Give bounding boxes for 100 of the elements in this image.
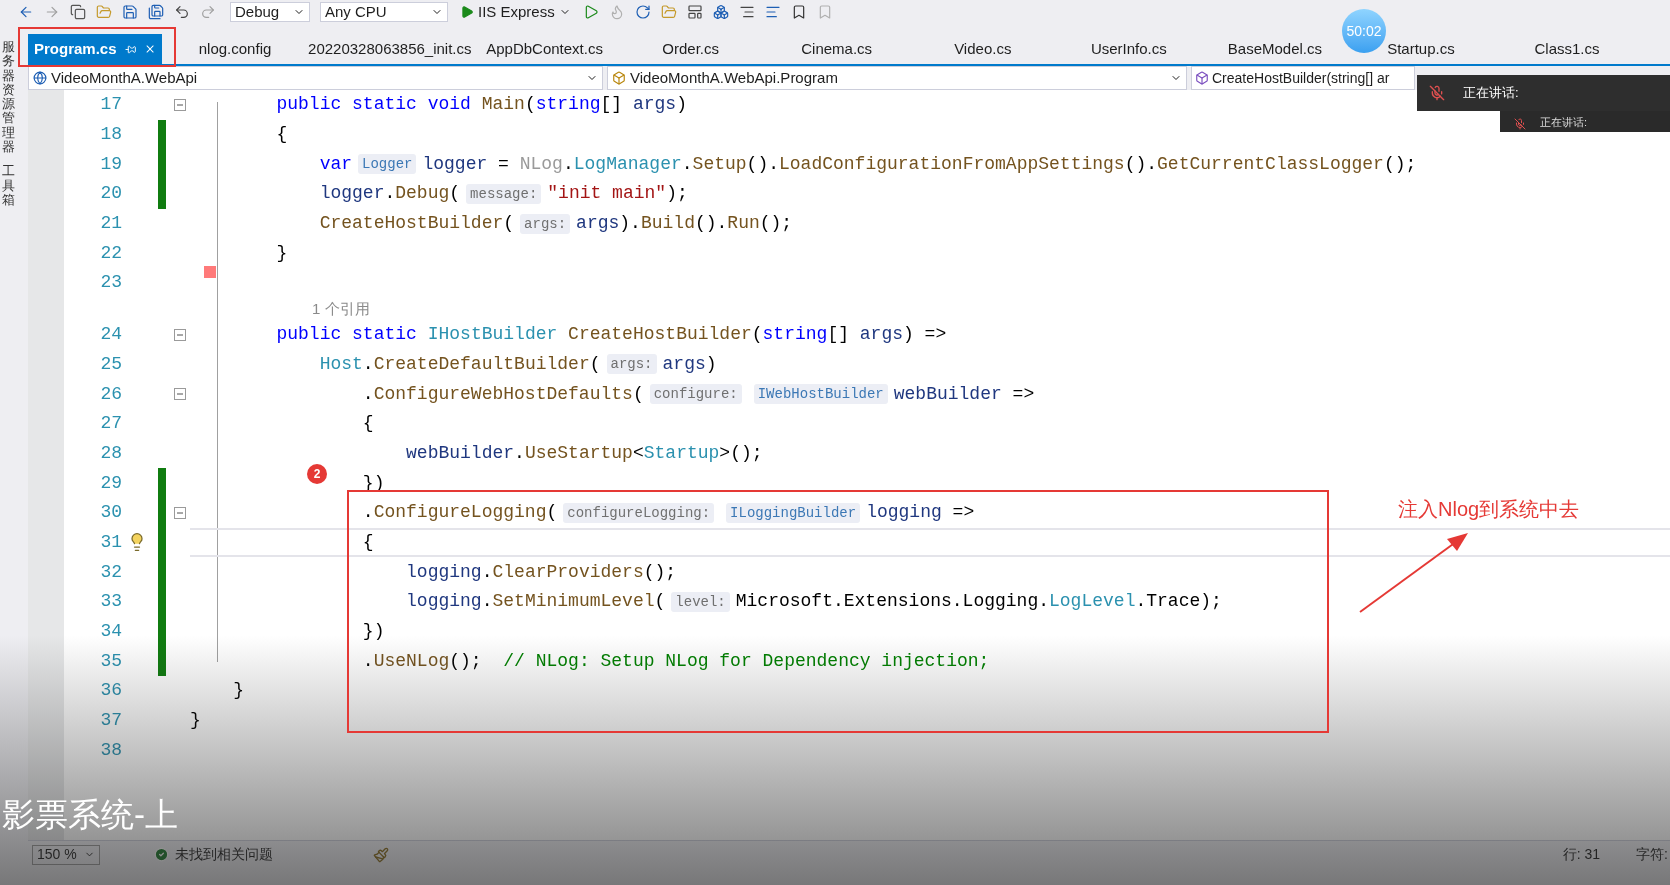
line-number: 33: [100, 590, 122, 614]
issues-status[interactable]: 未找到相关问题: [175, 844, 273, 865]
line-number: 37: [100, 709, 122, 733]
marker-icon: [204, 266, 216, 278]
method-name: Run: [727, 212, 760, 236]
line-number: 19: [100, 152, 122, 176]
line-number: 31: [100, 530, 122, 554]
collapse-toggle[interactable]: [174, 506, 186, 519]
check-icon: [154, 847, 169, 862]
method-name: SetMinimumLevel: [492, 590, 655, 614]
method-name: LoadConfigurationFromAppSettings: [779, 152, 1125, 176]
type-name: Host: [319, 352, 363, 376]
globe-icon: [33, 71, 47, 85]
editor-tab[interactable]: Video.cs: [909, 34, 1056, 64]
method-name: UseNLog: [373, 649, 450, 673]
editor-tab[interactable]: Cinema.cs: [763, 34, 910, 64]
editor-tab[interactable]: nlog.config: [162, 34, 309, 64]
line-number: 34: [100, 620, 122, 644]
code-punctuation: (: [524, 93, 536, 117]
method-name: Build: [640, 212, 695, 236]
code-punctuation: ).: [619, 212, 641, 236]
code-punctuation: ();: [1383, 152, 1417, 176]
identifier: args: [576, 212, 620, 236]
type-dropdown[interactable]: VideoMonthA.WebApi.Program: [607, 66, 1187, 90]
inlay-hint: args:: [606, 354, 657, 375]
method-name: Main: [481, 93, 525, 117]
identifier: args: [662, 352, 706, 376]
speaker-label: 正在讲话:: [1463, 84, 1519, 103]
collapse-toggle[interactable]: [174, 328, 186, 341]
editor-tab[interactable]: Class1.cs: [1494, 34, 1641, 64]
save-all-icon[interactable]: [148, 4, 164, 20]
inlay-hint: configure:: [649, 384, 742, 405]
line-number: 24: [100, 323, 122, 347]
new-project-icon[interactable]: [70, 4, 86, 20]
code-punctuation: .: [362, 649, 374, 673]
column-indicator: 字符:: [1636, 845, 1668, 864]
pin-icon[interactable]: [123, 43, 137, 55]
code-punctuation: []: [600, 93, 623, 117]
method-name: CreateDefaultBuilder: [373, 352, 590, 376]
inlay-hint: Logger: [358, 154, 417, 175]
type-name: Startup: [643, 441, 720, 465]
code-punctuation: ): [676, 93, 687, 117]
code-punctuation: }: [276, 241, 288, 265]
method-name: UseStartup: [524, 441, 633, 465]
reference-count-link[interactable]: 1 个引用: [312, 297, 370, 321]
refresh-icon[interactable]: [634, 4, 651, 20]
code-punctuation: .Trace);: [1135, 590, 1222, 614]
side-panel-tab[interactable]: 工具箱: [2, 164, 15, 208]
collapse-toggle[interactable]: [174, 98, 186, 111]
code-punctuation: []: [827, 323, 849, 347]
identifier: args: [632, 93, 677, 117]
line-number: 36: [100, 679, 122, 703]
line-number: 27: [100, 412, 122, 436]
zoom-dropdown[interactable]: 150 %: [32, 844, 100, 865]
run-button[interactable]: IIS Express: [458, 0, 573, 24]
code-punctuation: {: [362, 530, 374, 554]
editor-tab[interactable]: Program.cs: [28, 34, 162, 64]
indent-icon[interactable]: [738, 4, 755, 20]
platform-dropdown[interactable]: Any CPU: [320, 2, 448, 22]
line-number: 28: [100, 441, 122, 465]
line-number: 25: [100, 352, 122, 376]
code-comment: // NLog: Setup NLog for Dependency injection;: [503, 649, 990, 673]
side-panel-tab[interactable]: 服务器资源管理器: [2, 40, 15, 155]
identifier: logger: [319, 182, 385, 206]
folder-icon[interactable]: [660, 4, 677, 20]
member-dropdown[interactable]: CreateHostBuilder(string[] ar: [1191, 66, 1415, 90]
code-punctuation: .: [681, 152, 693, 176]
editor-tab[interactable]: UserInfo.cs: [1055, 34, 1202, 64]
inlay-hint: configureLogging:: [563, 502, 715, 523]
undo-icon[interactable]: [174, 4, 190, 20]
collapse-toggle[interactable]: [174, 388, 186, 401]
outdent-icon[interactable]: [764, 4, 781, 20]
layout-icon[interactable]: [712, 4, 729, 20]
code-punctuation: ();: [643, 560, 677, 584]
line-indicator: 行: 31: [1562, 845, 1601, 864]
code-punctuation: }: [190, 709, 201, 733]
play-icon: [460, 5, 474, 19]
window-icon[interactable]: [686, 4, 703, 20]
brush-icon[interactable]: [373, 846, 389, 863]
editor-tab[interactable]: AppDbContext.cs: [471, 34, 618, 64]
code-punctuation: Microsoft.Extensions.Logging.: [735, 590, 1049, 614]
code-punctuation: (: [546, 501, 558, 525]
editor-tab[interactable]: 20220328063856_init.cs: [308, 34, 472, 64]
configuration-dropdown[interactable]: Debug: [230, 2, 310, 22]
identifier: webBuilder: [406, 441, 515, 465]
code-punctuation: .: [362, 352, 374, 376]
line-number: 20: [100, 182, 122, 206]
editor-tab[interactable]: Order.cs: [617, 34, 764, 64]
project-dropdown[interactable]: VideoMonthA.WebApi: [28, 66, 603, 90]
code-punctuation: ();: [759, 212, 793, 236]
code-punctuation: {: [362, 412, 374, 436]
save-icon[interactable]: [122, 4, 138, 20]
code-punctuation: .: [384, 182, 396, 206]
line-number: 32: [100, 560, 122, 584]
inlay-hint: ILoggingBuilder: [726, 502, 861, 523]
back-icon[interactable]: [18, 4, 34, 20]
code-punctuation: =>: [952, 501, 975, 525]
code-punctuation: (: [449, 182, 461, 206]
open-folder-icon[interactable]: [96, 4, 112, 20]
keyword: string: [535, 93, 601, 117]
